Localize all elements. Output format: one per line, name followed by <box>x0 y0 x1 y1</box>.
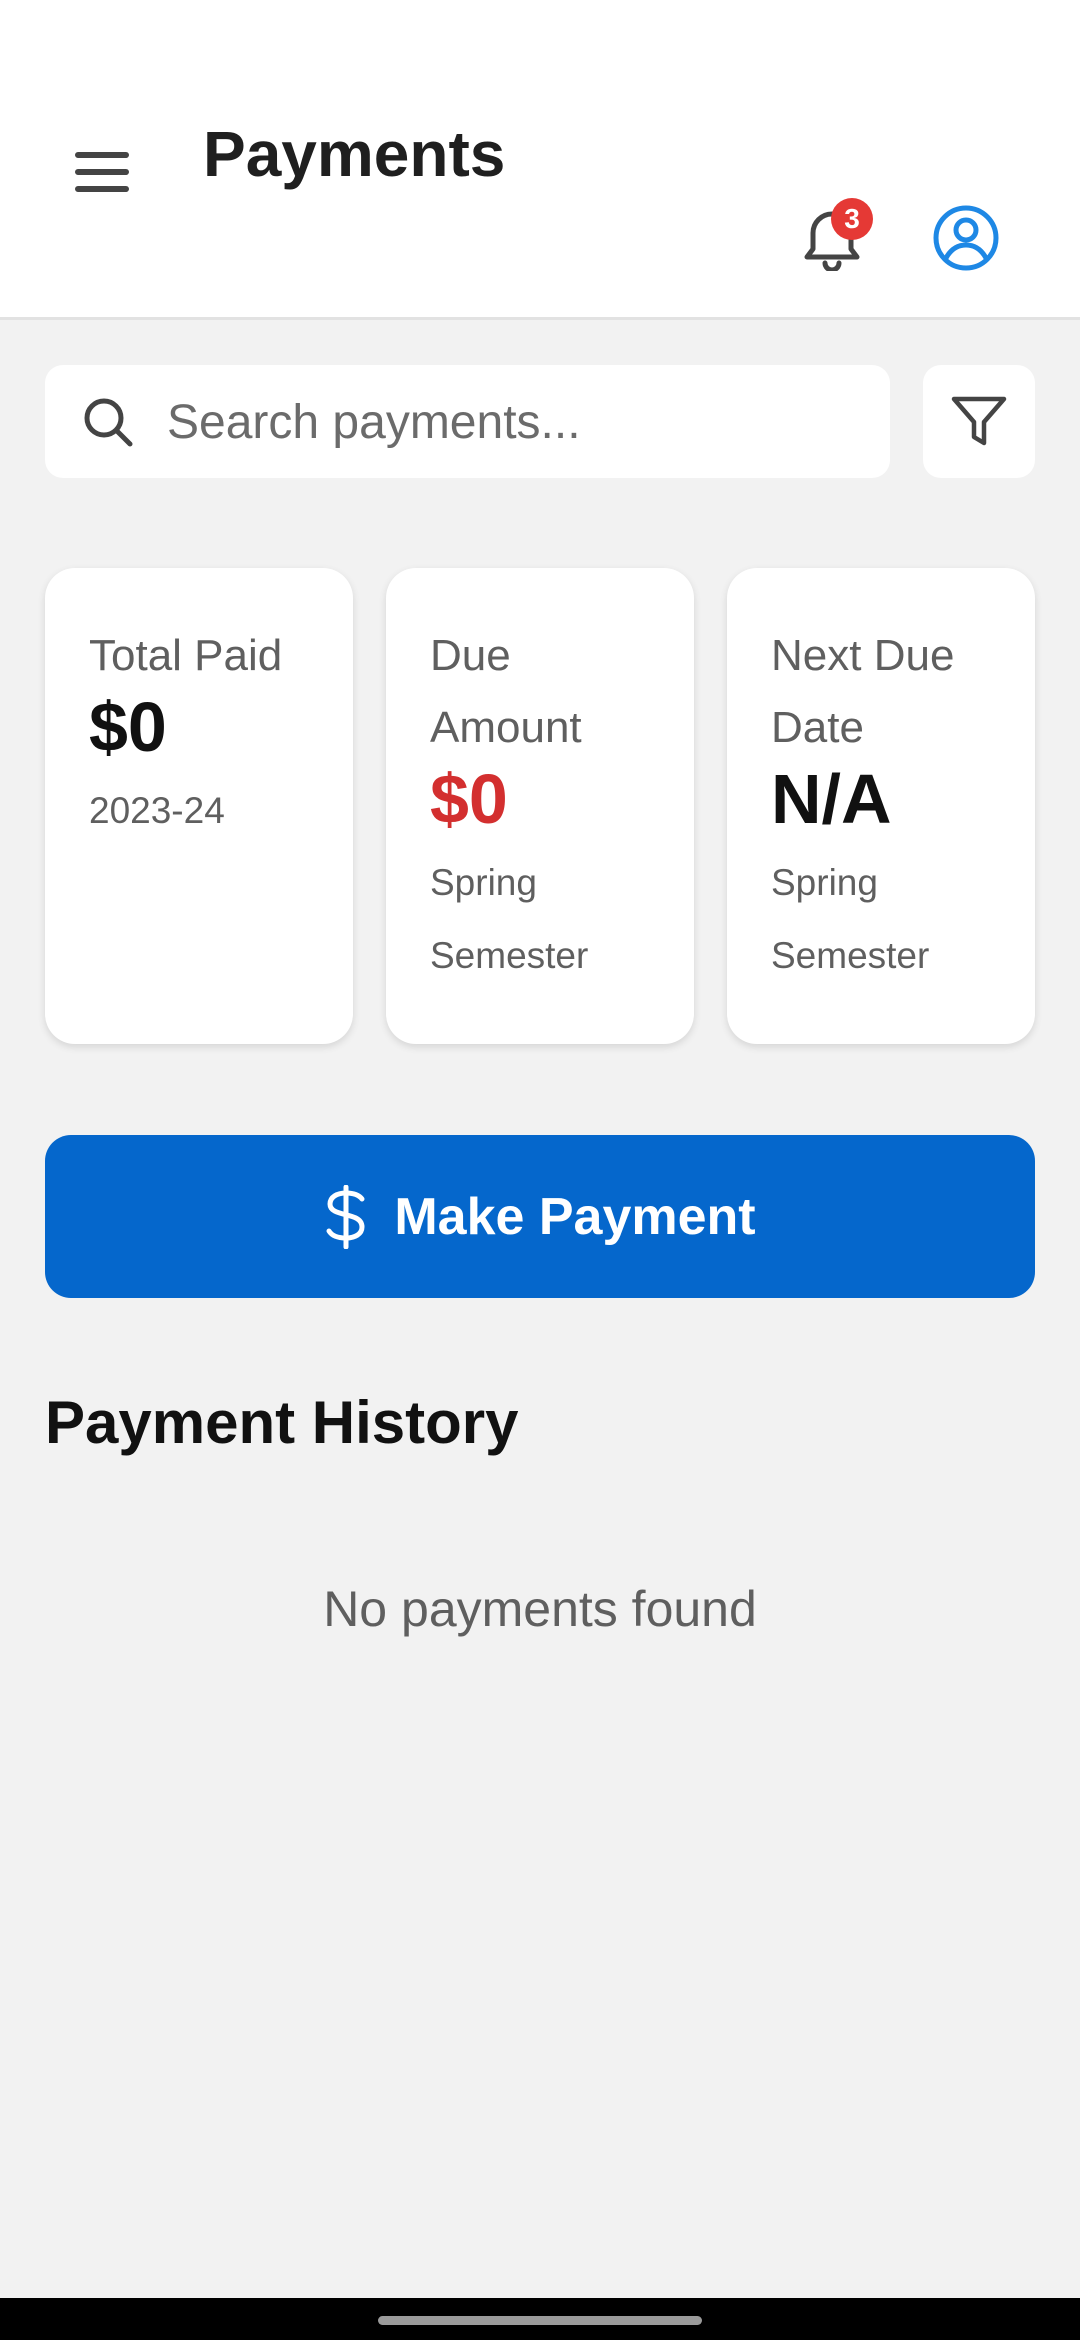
notification-badge: 3 <box>831 198 873 240</box>
search-bar[interactable] <box>45 365 890 478</box>
profile-button[interactable] <box>924 196 1008 280</box>
card-subtitle: 2023-24 <box>89 790 225 831</box>
status-bar <box>0 0 1080 78</box>
total-paid-card: Total Paid $0 2023-24 <box>45 568 353 1044</box>
payment-history-title: Payment History <box>45 1389 519 1456</box>
app-bar <box>0 78 1080 320</box>
menu-button[interactable] <box>60 130 144 214</box>
card-label: Next Due Date <box>771 631 955 752</box>
card-value: N/A <box>771 760 892 838</box>
home-gesture-handle[interactable] <box>378 2316 702 2325</box>
card-subtitle: Spring Semester <box>430 862 589 976</box>
account-circle-icon <box>933 205 999 271</box>
card-label: Due Amount <box>430 631 582 752</box>
page-title: Payments <box>203 118 506 190</box>
card-subtitle: Spring Semester <box>771 862 930 976</box>
card-value: $0 <box>89 688 167 766</box>
menu-icon <box>75 152 129 192</box>
filter-button[interactable] <box>923 365 1035 478</box>
search-input[interactable] <box>167 383 867 461</box>
due-amount-card: Due Amount $0 Spring Semester <box>386 568 694 1044</box>
dollar-icon <box>326 1184 365 1249</box>
empty-state-message: No payments found <box>323 1581 757 1637</box>
next-due-date-card: Next Due Date N/A Spring Semester <box>727 568 1035 1044</box>
filter-icon <box>951 396 1007 445</box>
card-value: $0 <box>430 760 508 838</box>
make-payment-label: Make Payment <box>394 1187 756 1246</box>
search-icon <box>84 398 133 447</box>
card-label: Total Paid <box>89 631 283 680</box>
make-payment-button[interactable]: Make Payment <box>45 1135 1035 1298</box>
